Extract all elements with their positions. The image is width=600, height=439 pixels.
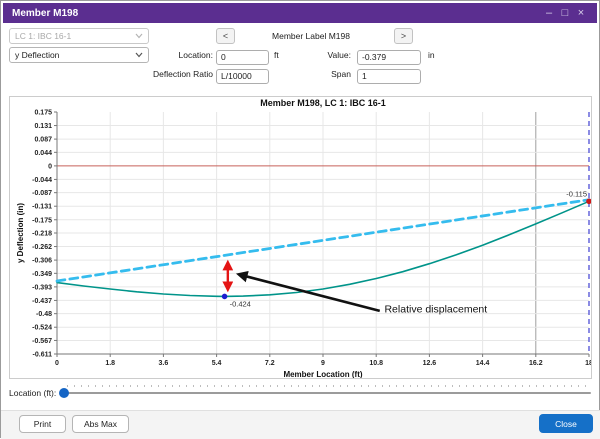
- svg-text:-0.48: -0.48: [36, 311, 52, 318]
- value-unit: in: [428, 50, 435, 60]
- location-slider-thumb[interactable]: [59, 388, 69, 398]
- deflection-ratio-input[interactable]: [216, 68, 269, 84]
- footer-bar: Print Abs Max Close: [1, 410, 600, 439]
- value-label: Value:: [327, 50, 351, 60]
- svg-text:-0.524: -0.524: [32, 325, 52, 332]
- svg-text:-0.349: -0.349: [32, 271, 52, 278]
- location-slider-label: Location (ft):: [9, 388, 57, 398]
- svg-text:-0.611: -0.611: [33, 352, 53, 359]
- x-axis-label: Member Location (ft): [283, 370, 362, 378]
- result-type-value: y Deflection: [15, 50, 60, 60]
- previous-member-button[interactable]: <: [216, 28, 235, 44]
- window-title: Member M198: [12, 7, 79, 19]
- svg-text:0.044: 0.044: [34, 150, 52, 157]
- max-deflection-point-label: -0.424: [230, 299, 251, 308]
- deflection-chart-svg: 0 1.8 3.6 5.4 7.2 9 10.8 12.6 14.4 16.2 18 0.175 0.1…: [16, 98, 593, 379]
- location-slider-ticks: [67, 385, 591, 387]
- deflection-ratio-label: Deflection Ratio: [152, 69, 213, 79]
- svg-text:1.8: 1.8: [105, 360, 115, 367]
- print-button[interactable]: Print: [19, 415, 66, 433]
- svg-text:-0.306: -0.306: [32, 258, 52, 265]
- y-axis-label: y Deflection (in): [16, 203, 25, 263]
- abs-max-button[interactable]: Abs Max: [72, 415, 129, 433]
- close-button[interactable]: Close: [539, 414, 593, 433]
- title-bar: Member M198 – □ ×: [3, 3, 597, 23]
- svg-text:0.175: 0.175: [34, 110, 52, 117]
- svg-text:-0.087: -0.087: [32, 190, 52, 197]
- svg-text:5.4: 5.4: [212, 360, 222, 367]
- svg-text:-0.175: -0.175: [32, 217, 52, 224]
- location-input[interactable]: [216, 49, 269, 65]
- svg-text:3.6: 3.6: [159, 360, 169, 367]
- maximize-icon[interactable]: □: [557, 3, 573, 23]
- span-label: Span: [331, 69, 351, 79]
- svg-text:-0.218: -0.218: [32, 231, 52, 238]
- svg-text:9: 9: [321, 360, 325, 367]
- svg-text:0.087: 0.087: [34, 137, 52, 144]
- annotation-arrow: [235, 270, 381, 313]
- location-label: Location:: [178, 50, 214, 60]
- value-input[interactable]: [357, 49, 421, 65]
- end-deflection-point-label: -0.115: [566, 189, 587, 198]
- svg-text:10.8: 10.8: [369, 360, 383, 367]
- svg-text:0: 0: [48, 163, 52, 170]
- svg-text:-0.131: -0.131: [32, 204, 52, 211]
- relative-displacement-label: Relative displacement: [384, 304, 487, 316]
- svg-text:-0.393: -0.393: [32, 284, 52, 291]
- svg-text:14.4: 14.4: [476, 360, 490, 367]
- chevron-down-icon: [135, 33, 143, 39]
- member-detail-dialog: { "window": { "title": "Member M198", "c…: [0, 0, 600, 439]
- svg-text:-0.437: -0.437: [32, 298, 52, 305]
- svg-text:18: 18: [585, 360, 591, 367]
- close-icon[interactable]: ×: [573, 3, 589, 23]
- max-deflection-point: [221, 293, 228, 300]
- load-combination-dropdown[interactable]: LC 1: IBC 16-1: [9, 28, 149, 44]
- svg-text:12.6: 12.6: [423, 360, 437, 367]
- minimize-icon[interactable]: –: [541, 3, 557, 23]
- svg-text:-0.044: -0.044: [32, 177, 52, 184]
- svg-text:-0.262: -0.262: [32, 244, 52, 251]
- svg-text:0.131: 0.131: [34, 123, 52, 130]
- span-input[interactable]: [357, 68, 421, 84]
- location-slider-track[interactable]: [67, 392, 591, 394]
- deflection-chart-panel: 0 1.8 3.6 5.4 7.2 9 10.8 12.6 14.4 16.2 18 0.175 0.1…: [9, 96, 593, 379]
- member-label: Member Label M198: [272, 31, 350, 41]
- svg-text:0: 0: [55, 360, 59, 367]
- svg-text:16.2: 16.2: [529, 360, 543, 367]
- svg-text:7.2: 7.2: [265, 360, 275, 367]
- location-unit: ft: [274, 50, 279, 60]
- load-combination-value: LC 1: IBC 16-1: [15, 31, 72, 41]
- next-member-button[interactable]: >: [394, 28, 413, 44]
- chart-title: Member M198, LC 1: IBC 16-1: [260, 98, 386, 108]
- result-type-dropdown[interactable]: y Deflection: [9, 47, 149, 63]
- svg-text:-0.567: -0.567: [32, 338, 52, 345]
